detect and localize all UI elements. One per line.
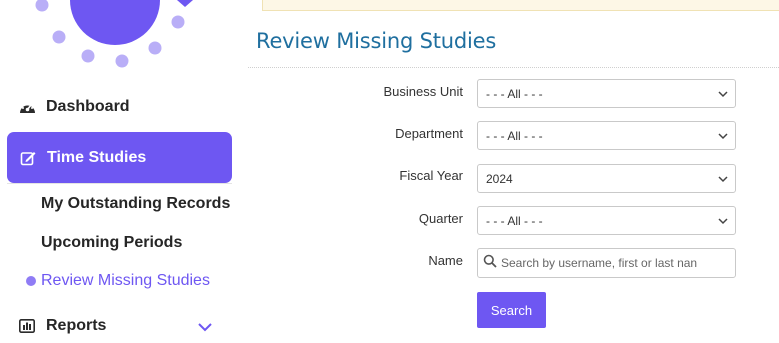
business-unit-select[interactable]: - - - All - - - bbox=[477, 79, 736, 108]
logo-graphic bbox=[35, 0, 193, 68]
search-button[interactable]: Search bbox=[477, 292, 546, 328]
sidebar-item-label: Reports bbox=[46, 317, 107, 334]
sidebar-subitem-upcoming-periods[interactable]: Upcoming Periods bbox=[41, 234, 182, 252]
sidebar-item-time-studies[interactable]: Time Studies bbox=[7, 132, 232, 183]
select-value: - - - All - - - bbox=[486, 128, 543, 143]
quarter-label: Quarter bbox=[418, 211, 463, 226]
sidebar-item-reports[interactable]: Reports bbox=[18, 311, 106, 341]
quarter-select[interactable]: - - - All - - - bbox=[477, 206, 736, 235]
fiscal-year-label: Fiscal Year bbox=[399, 168, 463, 183]
select-value: 2024 bbox=[486, 171, 513, 186]
name-search-input[interactable] bbox=[501, 256, 721, 270]
chevron-down-icon bbox=[718, 176, 728, 183]
notice-banner bbox=[262, 0, 779, 11]
speedometer-icon bbox=[18, 98, 36, 116]
select-value: - - - All - - - bbox=[486, 213, 543, 228]
page-title: Review Missing Studies bbox=[256, 29, 497, 53]
department-select[interactable]: - - - All - - - bbox=[477, 121, 736, 150]
chevron-down-icon bbox=[718, 91, 728, 98]
name-label: Name bbox=[428, 253, 463, 268]
search-icon bbox=[483, 254, 497, 273]
active-indicator-dot bbox=[26, 276, 36, 286]
chevron-down-icon[interactable] bbox=[196, 321, 214, 333]
title-divider bbox=[248, 67, 779, 68]
fiscal-year-select[interactable]: 2024 bbox=[477, 164, 736, 193]
sidebar-subitem-my-outstanding-records[interactable]: My Outstanding Records bbox=[41, 195, 230, 213]
bar-chart-icon bbox=[18, 317, 36, 335]
sidebar-item-label: Dashboard bbox=[46, 98, 130, 115]
sidebar: Dashboard Time Studies My Outstanding Re… bbox=[0, 0, 248, 343]
sidebar-item-dashboard[interactable]: Dashboard bbox=[18, 92, 130, 122]
select-value: - - - All - - - bbox=[486, 86, 543, 101]
edit-note-icon bbox=[19, 149, 37, 167]
chevron-down-icon bbox=[718, 133, 728, 140]
name-search-field[interactable] bbox=[477, 248, 736, 278]
sidebar-divider bbox=[7, 183, 232, 184]
department-label: Department bbox=[395, 126, 463, 141]
chevron-down-icon bbox=[718, 218, 728, 225]
sidebar-item-label: Time Studies bbox=[47, 148, 147, 166]
sidebar-subitem-review-missing-studies[interactable]: Review Missing Studies bbox=[41, 272, 210, 290]
business-unit-label: Business Unit bbox=[383, 84, 463, 99]
